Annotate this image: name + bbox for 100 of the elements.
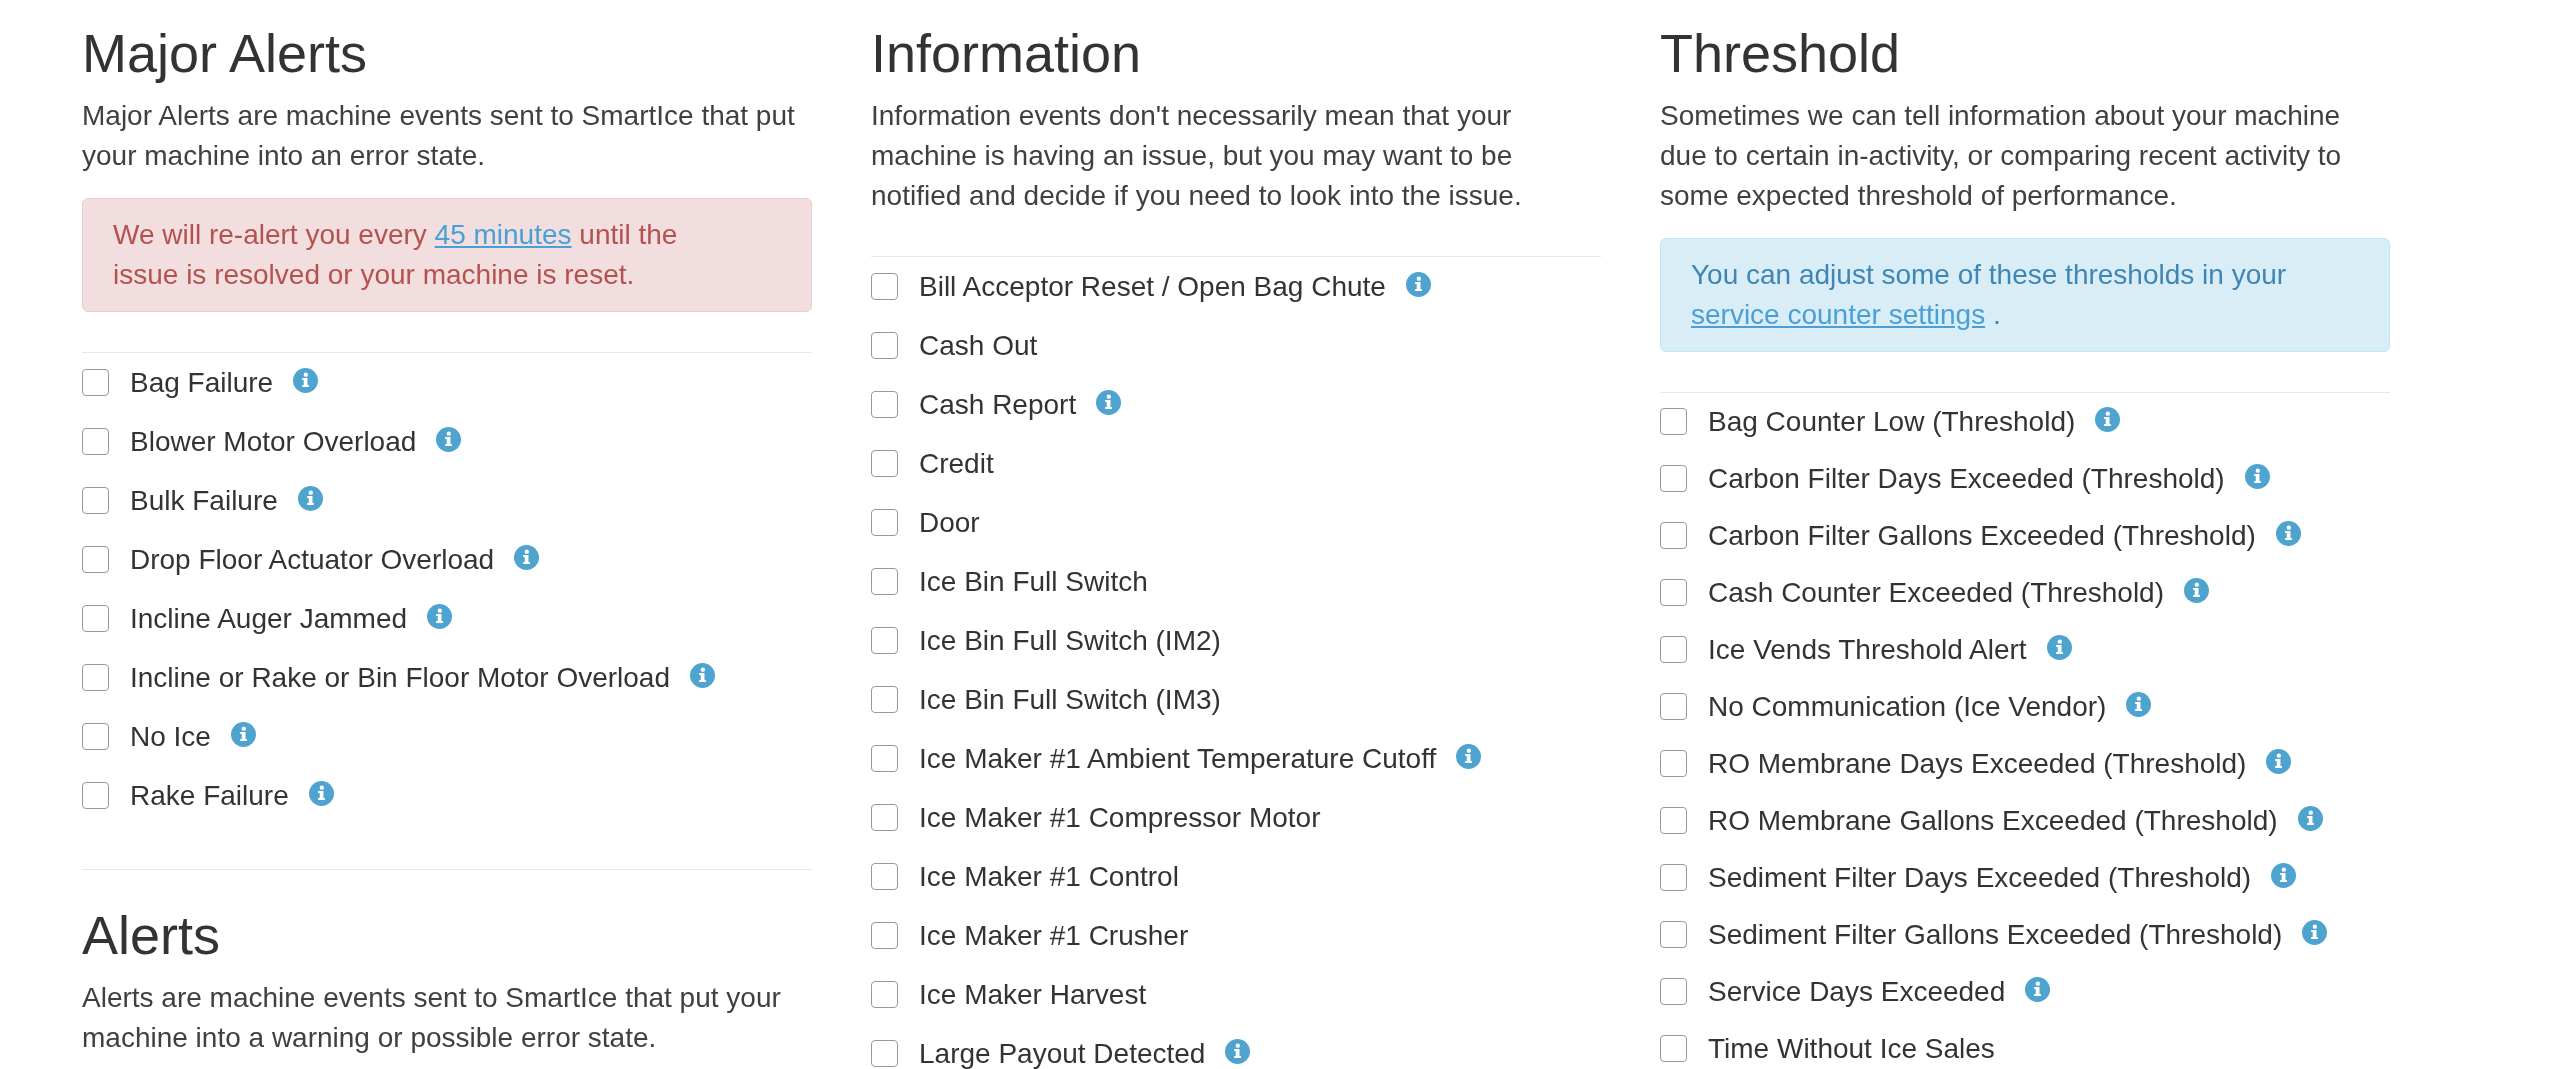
checkbox[interactable] bbox=[82, 369, 109, 396]
section-heading: Major Alerts bbox=[82, 23, 369, 83]
info-message: You can adjust some of these thresholds in your service counter settings . bbox=[1660, 238, 2390, 352]
event-label: Cash Out bbox=[919, 328, 1038, 363]
event-label: Cash Counter Exceeded (Threshold) bbox=[1708, 575, 2164, 610]
checkbox[interactable] bbox=[1660, 579, 1687, 606]
info-icon[interactable] bbox=[2266, 748, 2292, 774]
checkbox[interactable] bbox=[871, 1040, 898, 1067]
checkbox[interactable] bbox=[871, 863, 898, 890]
info-icon[interactable] bbox=[427, 603, 453, 629]
event-label: No Communication (Ice Vendor) bbox=[1708, 689, 2107, 724]
event-label: Incline Auger Jammed bbox=[130, 601, 408, 636]
section-description: Major Alerts are machine events sent to SmartIce that put your machine into an error state. bbox=[82, 99, 796, 173]
checkbox[interactable] bbox=[871, 509, 898, 536]
info-icon[interactable] bbox=[308, 780, 334, 806]
checkbox[interactable] bbox=[871, 391, 898, 418]
event-label: Rake Failure bbox=[130, 778, 289, 813]
event-label: Bulk Failure bbox=[130, 483, 278, 518]
notice-link[interactable]: service counter settings bbox=[1691, 299, 1986, 330]
info-icon[interactable] bbox=[2244, 463, 2270, 489]
event-label: Door bbox=[919, 505, 980, 540]
checkbox[interactable] bbox=[1660, 1035, 1687, 1062]
checkbox[interactable] bbox=[871, 745, 898, 772]
event-label: Bill Acceptor Reset / Open Bag Chute bbox=[919, 269, 1386, 304]
checkbox[interactable] bbox=[82, 782, 109, 809]
checkbox[interactable] bbox=[871, 686, 898, 713]
checkbox[interactable] bbox=[82, 487, 109, 514]
info-icon[interactable] bbox=[2302, 919, 2328, 945]
info-icon[interactable] bbox=[1096, 389, 1122, 415]
checkbox[interactable] bbox=[871, 273, 898, 300]
checkbox[interactable] bbox=[1660, 522, 1687, 549]
event-label: Ice Bin Full Switch (IM2) bbox=[919, 623, 1221, 658]
info-icon[interactable] bbox=[2095, 406, 2121, 432]
section-description: Information events don't necessarily mean that your machine is having an issue, but you may want to be notified and decide if you need to look into the issue. bbox=[871, 99, 1523, 213]
event-label: RO Membrane Gallons Exceeded (Threshold) bbox=[1708, 803, 2278, 838]
info-icon[interactable] bbox=[436, 426, 462, 452]
checkbox[interactable] bbox=[1660, 807, 1687, 834]
event-label: Ice Maker #1 Compressor Motor bbox=[919, 800, 1321, 835]
info-icon[interactable] bbox=[2271, 862, 2297, 888]
section-heading: Information bbox=[871, 23, 1143, 83]
checkbox[interactable] bbox=[1660, 636, 1687, 663]
alert-message: We will re-alert you every 45 minutes until the issue is resolved or your machine is reset. bbox=[82, 198, 812, 312]
event-label: Ice Vends Threshold Alert bbox=[1708, 632, 2027, 667]
info-icon[interactable] bbox=[2184, 577, 2209, 603]
event-label: RO Membrane Days Exceeded (Threshold) bbox=[1708, 746, 2247, 781]
event-label: Carbon Filter Days Exceeded (Threshold) bbox=[1708, 461, 2225, 496]
checkbox[interactable] bbox=[82, 428, 109, 455]
checkbox[interactable] bbox=[1660, 465, 1687, 492]
info-icon[interactable] bbox=[2275, 520, 2301, 546]
event-label: Carbon Filter Gallons Exceeded (Threshold) bbox=[1708, 518, 2256, 553]
checkbox[interactable] bbox=[871, 922, 898, 949]
checkbox[interactable] bbox=[871, 627, 898, 654]
info-icon[interactable] bbox=[514, 544, 540, 570]
checkbox[interactable] bbox=[871, 804, 898, 831]
event-label: No Ice bbox=[130, 719, 211, 754]
event-label: Credit bbox=[919, 446, 994, 481]
checkbox[interactable] bbox=[871, 981, 898, 1008]
notice-link[interactable]: 45 minutes bbox=[434, 219, 572, 250]
event-label: Ice Bin Full Switch (IM3) bbox=[919, 682, 1221, 717]
event-label: Bag Counter Low (Threshold) bbox=[1708, 404, 2076, 439]
event-label: Ice Maker #1 Ambient Temperature Cutoff bbox=[919, 741, 1437, 776]
event-label: Large Payout Detected bbox=[919, 1036, 1206, 1069]
info-icon[interactable] bbox=[2297, 805, 2323, 831]
event-label: Sediment Filter Days Exceeded (Threshold) bbox=[1708, 860, 2252, 895]
info-icon[interactable] bbox=[293, 367, 319, 393]
event-label: Ice Maker Harvest bbox=[919, 977, 1147, 1012]
event-label: Ice Bin Full Switch bbox=[919, 564, 1148, 599]
checkbox[interactable] bbox=[82, 664, 109, 691]
checkbox[interactable] bbox=[871, 450, 898, 477]
checkbox[interactable] bbox=[82, 605, 109, 632]
event-label: Ice Maker #1 Control bbox=[919, 859, 1179, 894]
checkbox[interactable] bbox=[871, 332, 898, 359]
info-icon[interactable] bbox=[2126, 691, 2152, 717]
info-icon[interactable] bbox=[230, 721, 256, 747]
checkbox[interactable] bbox=[1660, 693, 1687, 720]
checkbox[interactable] bbox=[871, 568, 898, 595]
info-icon[interactable] bbox=[2046, 634, 2072, 660]
event-label: Drop Floor Actuator Overload bbox=[130, 542, 495, 577]
checkbox[interactable] bbox=[82, 723, 109, 750]
event-label: Cash Report bbox=[919, 387, 1077, 422]
checkbox[interactable] bbox=[1660, 921, 1687, 948]
event-label: Incline or Rake or Bin Floor Motor Overload bbox=[130, 660, 670, 695]
section-heading: Threshold bbox=[1660, 23, 1902, 83]
info-icon[interactable] bbox=[2025, 976, 2051, 1002]
event-label: Time Without Ice Sales bbox=[1708, 1031, 1995, 1066]
section-description: Alerts are machine events sent to SmartIce that put your machine into a warning or possible error state. bbox=[82, 981, 782, 1055]
checkbox[interactable] bbox=[1660, 408, 1687, 435]
checkbox[interactable] bbox=[1660, 864, 1687, 891]
info-icon[interactable] bbox=[690, 662, 715, 688]
section-heading: Alerts bbox=[82, 905, 222, 965]
checkbox[interactable] bbox=[1660, 750, 1687, 777]
checkbox[interactable] bbox=[82, 546, 109, 573]
info-icon[interactable] bbox=[297, 485, 323, 511]
info-icon[interactable] bbox=[1225, 1038, 1251, 1064]
section-description: Sometimes we can tell information about your machine due to certain in-activity, or comparing recent activity to some expected threshold of performance. bbox=[1660, 99, 2343, 213]
checkbox[interactable] bbox=[1660, 978, 1687, 1005]
info-icon[interactable] bbox=[1456, 743, 1482, 769]
event-label: Sediment Filter Gallons Exceeded (Threshold) bbox=[1708, 917, 2283, 952]
event-label: Ice Maker #1 Crusher bbox=[919, 918, 1189, 953]
info-icon[interactable] bbox=[1405, 271, 1431, 297]
